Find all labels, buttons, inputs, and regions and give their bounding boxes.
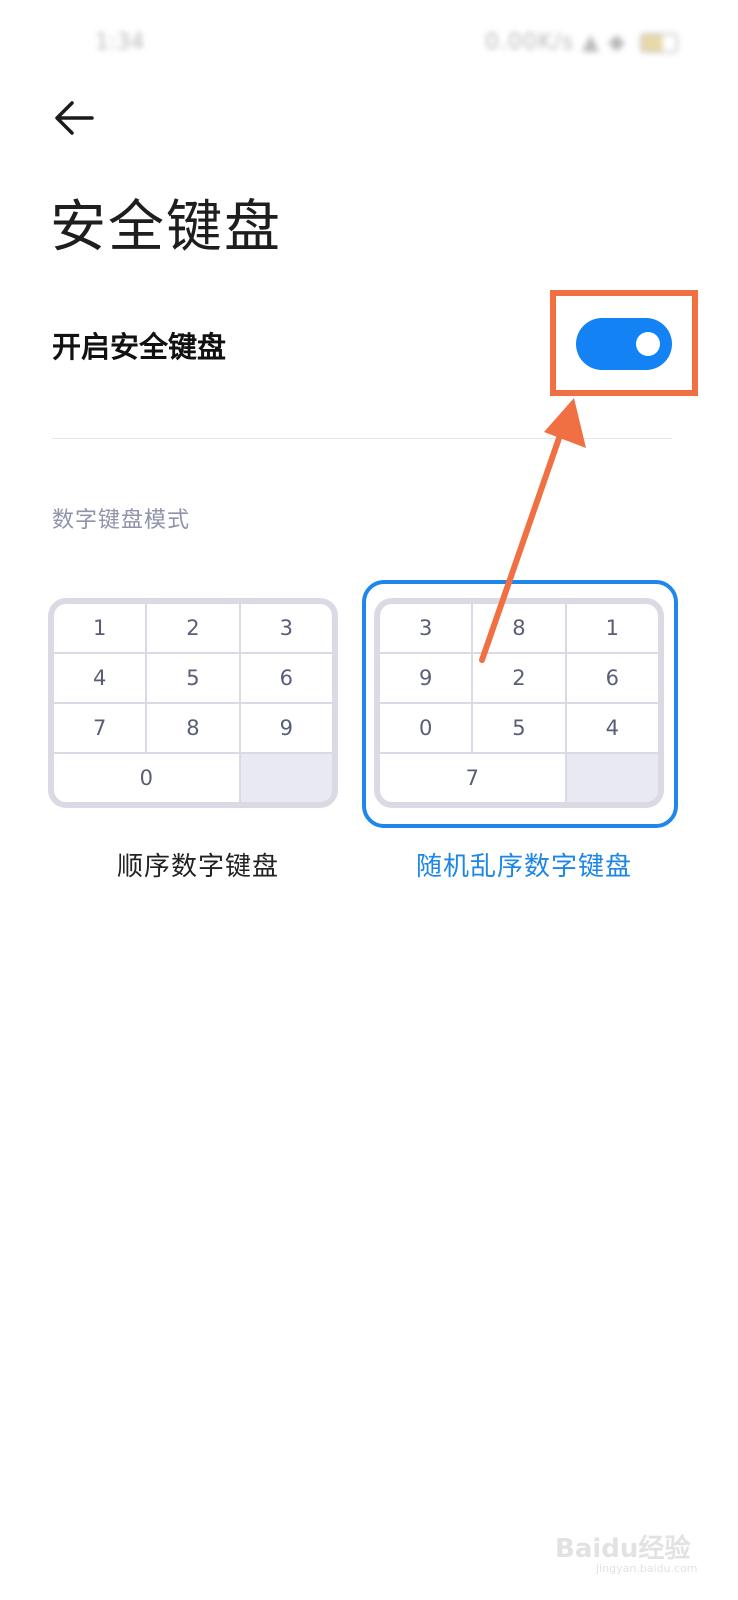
keypad-key: 9 [380,654,472,702]
keypad-key: 6 [566,654,658,702]
keypad-key: 9 [240,704,332,752]
keypad-option-sequential[interactable]: 1 2 3 4 5 6 7 8 9 0 [46,580,362,826]
keypad-label-sequential[interactable]: 顺序数字键盘 [28,846,368,883]
keypad-key: 7 [380,754,565,802]
keypad-key: 3 [380,604,472,652]
keypad-key: 8 [147,704,239,752]
arrow-left-icon [55,101,94,135]
keypad-label-random[interactable]: 随机乱序数字键盘 [354,846,694,883]
page-title: 安全键盘 [50,195,282,260]
keypad-key: 2 [473,654,565,702]
watermark-url: jingyan.baidu.com [596,1562,698,1575]
keypad-grid: 3 8 1 9 2 6 0 5 4 7 [380,604,658,802]
divider [52,438,672,439]
keypad-key: 6 [240,654,332,702]
keypad-key: 1 [54,604,146,652]
keypad-key: 7 [54,704,146,752]
keypad-key: 4 [54,654,146,702]
keypad-key: 8 [473,604,565,652]
watermark-text: Baidu经验 [555,1534,691,1564]
section-header: 数字键盘模式 [52,508,191,533]
keypad-key: 3 [240,604,332,652]
keypad-key: 2 [147,604,239,652]
keypad-key: 1 [566,604,658,652]
watermark-logo: Baidu经验 [555,1528,690,1565]
keypad-key: 5 [147,654,239,702]
keypad-option-random[interactable]: 3 8 1 9 2 6 0 5 4 7 [362,580,678,828]
keypad-key: 4 [566,704,658,752]
keypad-grid: 1 2 3 4 5 6 7 8 9 0 [54,604,332,802]
keypad-key: 0 [380,704,472,752]
keypad-key: 5 [473,704,565,752]
status-bar: 1:34 0.00K/s ▲ ◆ [0,0,738,90]
setting-label: 开启安全键盘 [52,330,227,364]
annotation-highlight-box [550,290,698,396]
keypad-key-blank [566,754,658,802]
status-time: 1:34 [95,30,145,55]
status-indicator-text: 0.00K/s ▲ ◆ [484,30,626,55]
back-button[interactable] [52,98,96,138]
battery-icon [640,33,678,53]
keypad-key-blank [240,754,332,802]
keypad-preview-frame: 1 2 3 4 5 6 7 8 9 0 [48,598,338,808]
keypad-preview-frame: 3 8 1 9 2 6 0 5 4 7 [374,598,664,808]
keypad-key: 0 [54,754,239,802]
status-indicators: 0.00K/s ▲ ◆ [485,30,678,55]
